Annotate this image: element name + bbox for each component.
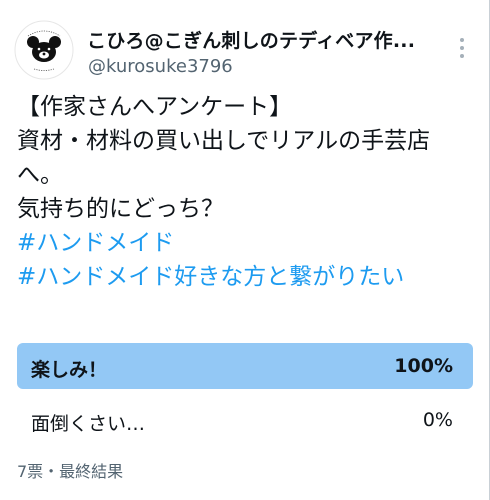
hashtag-handmade-connect[interactable]: #ハンドメイド好きな方と繋がりたい [17,264,404,290]
hashtag-link[interactable]: #ハンドメイド [17,226,477,260]
tweet-card: こひろ@こぎん刺しのテディベア作... @kurosuke3796 【作家さんへ… [0,0,490,500]
tweet-text-line: 【作家さんへアンケート】 [17,94,293,120]
poll-option-label: 楽しみ！ [31,359,108,381]
tweet-text-line: へ。 [17,162,63,188]
poll-option-percent: 0% [422,409,453,431]
hashtag-link[interactable]: #ハンドメイド好きな方と繋がりたい [17,260,477,294]
hashtag-handmade[interactable]: #ハンドメイド [17,230,174,256]
poll-option-percent: 100% [394,355,453,377]
author-display-name[interactable]: こひろ@こぎん刺しのテディベア作... [87,26,415,53]
poll-option-2: 面倒くさい… 0% [17,397,473,443]
poll: 楽しみ！ 100% 面倒くさい… 0% [17,343,473,451]
author-handle[interactable]: @kurosuke3796 [88,56,233,77]
bear-avatar-icon [14,20,74,80]
avatar[interactable] [14,20,74,80]
poll-option-1: 楽しみ！ 100% [17,343,473,389]
tweet-text-line: 気持ち的にどっち？ [17,196,224,222]
poll-footer: 7票・最終結果 [17,462,124,481]
more-vertical-icon[interactable] [452,36,472,62]
tweet-text-line: 資材・材料の買い出しでリアルの手芸店 [17,128,431,154]
tweet-body: 【作家さんへアンケート】 資材・材料の買い出しでリアルの手芸店 へ。 気持ち的に… [17,90,477,294]
poll-option-label: 面倒くさい… [31,413,146,435]
tweet-header: こひろ@こぎん刺しのテディベア作... @kurosuke3796 [0,0,490,90]
